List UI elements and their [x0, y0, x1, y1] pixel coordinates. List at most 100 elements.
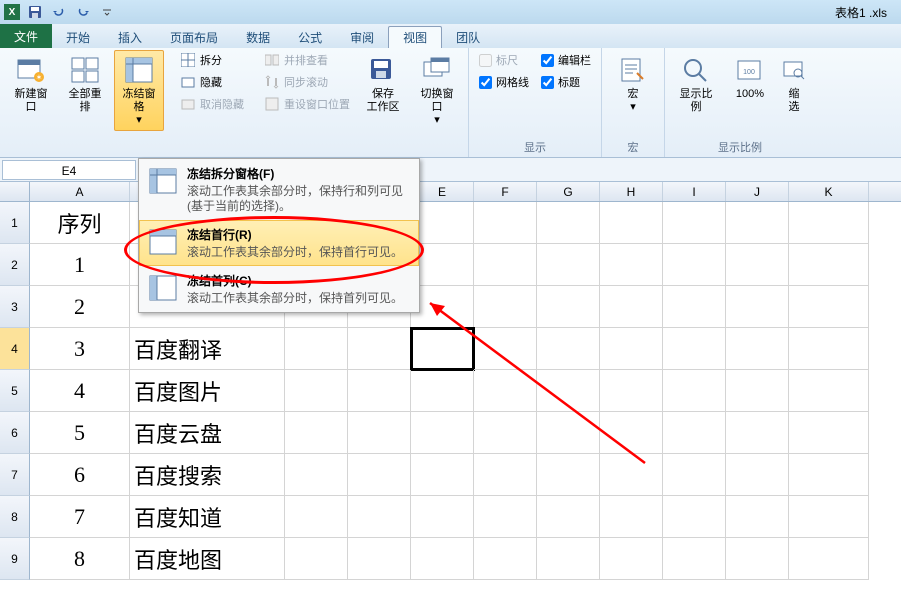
- row-header-6[interactable]: 6: [0, 412, 30, 454]
- cell-J4[interactable]: [726, 328, 789, 370]
- gridlines-checkbox[interactable]: 网格线: [475, 72, 533, 92]
- cell-C6[interactable]: [285, 412, 348, 454]
- cell-G3[interactable]: [537, 286, 600, 328]
- zoom-selection-button[interactable]: 缩 选: [779, 50, 809, 118]
- cell-J7[interactable]: [726, 454, 789, 496]
- cell-K2[interactable]: [789, 244, 869, 286]
- cell-A8[interactable]: 7: [30, 496, 130, 538]
- cell-J8[interactable]: [726, 496, 789, 538]
- cell-I7[interactable]: [663, 454, 726, 496]
- cell-F8[interactable]: [474, 496, 537, 538]
- cell-E6[interactable]: [411, 412, 474, 454]
- select-all-corner[interactable]: [0, 182, 30, 201]
- cell-D7[interactable]: [348, 454, 411, 496]
- cell-B9[interactable]: 百度地图: [130, 538, 285, 580]
- cell-A7[interactable]: 6: [30, 454, 130, 496]
- cell-F6[interactable]: [474, 412, 537, 454]
- zoom-button[interactable]: 显示比例: [671, 50, 721, 118]
- cell-I8[interactable]: [663, 496, 726, 538]
- column-header-F[interactable]: F: [474, 182, 537, 201]
- cell-E7[interactable]: [411, 454, 474, 496]
- arrange-all-button[interactable]: 全部重排: [60, 50, 110, 118]
- column-header-A[interactable]: A: [30, 182, 130, 201]
- cell-K4[interactable]: [789, 328, 869, 370]
- column-header-H[interactable]: H: [600, 182, 663, 201]
- row-header-7[interactable]: 7: [0, 454, 30, 496]
- tab-review[interactable]: 审阅: [336, 26, 388, 48]
- cell-A1[interactable]: 序列: [30, 202, 130, 244]
- cell-G1[interactable]: [537, 202, 600, 244]
- cell-G6[interactable]: [537, 412, 600, 454]
- cell-I1[interactable]: [663, 202, 726, 244]
- cell-J5[interactable]: [726, 370, 789, 412]
- cell-H8[interactable]: [600, 496, 663, 538]
- cell-I5[interactable]: [663, 370, 726, 412]
- cell-E5[interactable]: [411, 370, 474, 412]
- tab-page-layout[interactable]: 页面布局: [156, 26, 232, 48]
- cell-K1[interactable]: [789, 202, 869, 244]
- cell-D9[interactable]: [348, 538, 411, 580]
- undo-button[interactable]: [48, 2, 70, 22]
- new-window-button[interactable]: ✶ 新建窗口: [6, 50, 56, 118]
- cell-K3[interactable]: [789, 286, 869, 328]
- cell-A2[interactable]: 1: [30, 244, 130, 286]
- cell-E2[interactable]: [411, 244, 474, 286]
- cell-A6[interactable]: 5: [30, 412, 130, 454]
- cell-B4[interactable]: 百度翻译: [130, 328, 285, 370]
- cell-B7[interactable]: 百度搜索: [130, 454, 285, 496]
- cell-H7[interactable]: [600, 454, 663, 496]
- cell-H6[interactable]: [600, 412, 663, 454]
- cell-C5[interactable]: [285, 370, 348, 412]
- cell-J2[interactable]: [726, 244, 789, 286]
- zoom-100-button[interactable]: 100 100%: [725, 50, 775, 105]
- row-header-4[interactable]: 4: [0, 328, 30, 370]
- hide-button[interactable]: 隐藏: [176, 72, 248, 92]
- cell-A4[interactable]: 3: [30, 328, 130, 370]
- freeze-option-2[interactable]: 冻结首列(C)滚动工作表其余部分时，保持首列可见。: [139, 266, 419, 312]
- cell-E4[interactable]: [411, 328, 474, 370]
- tab-view[interactable]: 视图: [388, 26, 442, 48]
- cell-G7[interactable]: [537, 454, 600, 496]
- cell-K6[interactable]: [789, 412, 869, 454]
- cell-C4[interactable]: [285, 328, 348, 370]
- cell-J3[interactable]: [726, 286, 789, 328]
- ruler-checkbox[interactable]: 标尺: [475, 50, 533, 70]
- cell-J9[interactable]: [726, 538, 789, 580]
- cell-J6[interactable]: [726, 412, 789, 454]
- switch-window-button[interactable]: 切换窗口▾: [412, 50, 462, 131]
- tab-file[interactable]: 文件: [0, 24, 52, 48]
- row-header-8[interactable]: 8: [0, 496, 30, 538]
- row-header-1[interactable]: 1: [0, 202, 30, 244]
- redo-button[interactable]: [72, 2, 94, 22]
- row-header-3[interactable]: 3: [0, 286, 30, 328]
- split-button[interactable]: 拆分: [176, 50, 248, 70]
- cell-E1[interactable]: [411, 202, 474, 244]
- tab-home[interactable]: 开始: [52, 26, 104, 48]
- cell-F9[interactable]: [474, 538, 537, 580]
- row-header-5[interactable]: 5: [0, 370, 30, 412]
- cell-F3[interactable]: [474, 286, 537, 328]
- cell-F4[interactable]: [474, 328, 537, 370]
- row-header-2[interactable]: 2: [0, 244, 30, 286]
- cell-C8[interactable]: [285, 496, 348, 538]
- name-box[interactable]: E4: [2, 160, 136, 180]
- cell-F2[interactable]: [474, 244, 537, 286]
- macros-button[interactable]: 宏▾: [608, 50, 658, 118]
- cell-B5[interactable]: 百度图片: [130, 370, 285, 412]
- cell-I2[interactable]: [663, 244, 726, 286]
- cell-E3[interactable]: [411, 286, 474, 328]
- cell-D4[interactable]: [348, 328, 411, 370]
- cell-A9[interactable]: 8: [30, 538, 130, 580]
- cell-D6[interactable]: [348, 412, 411, 454]
- row-header-9[interactable]: 9: [0, 538, 30, 580]
- cell-F1[interactable]: [474, 202, 537, 244]
- cell-F7[interactable]: [474, 454, 537, 496]
- cell-G5[interactable]: [537, 370, 600, 412]
- tab-data[interactable]: 数据: [232, 26, 284, 48]
- column-header-G[interactable]: G: [537, 182, 600, 201]
- save-button[interactable]: [24, 2, 46, 22]
- column-header-I[interactable]: I: [663, 182, 726, 201]
- cell-D5[interactable]: [348, 370, 411, 412]
- freeze-option-1[interactable]: 冻结首行(R)滚动工作表其余部分时，保持首行可见。: [139, 220, 419, 266]
- cell-G9[interactable]: [537, 538, 600, 580]
